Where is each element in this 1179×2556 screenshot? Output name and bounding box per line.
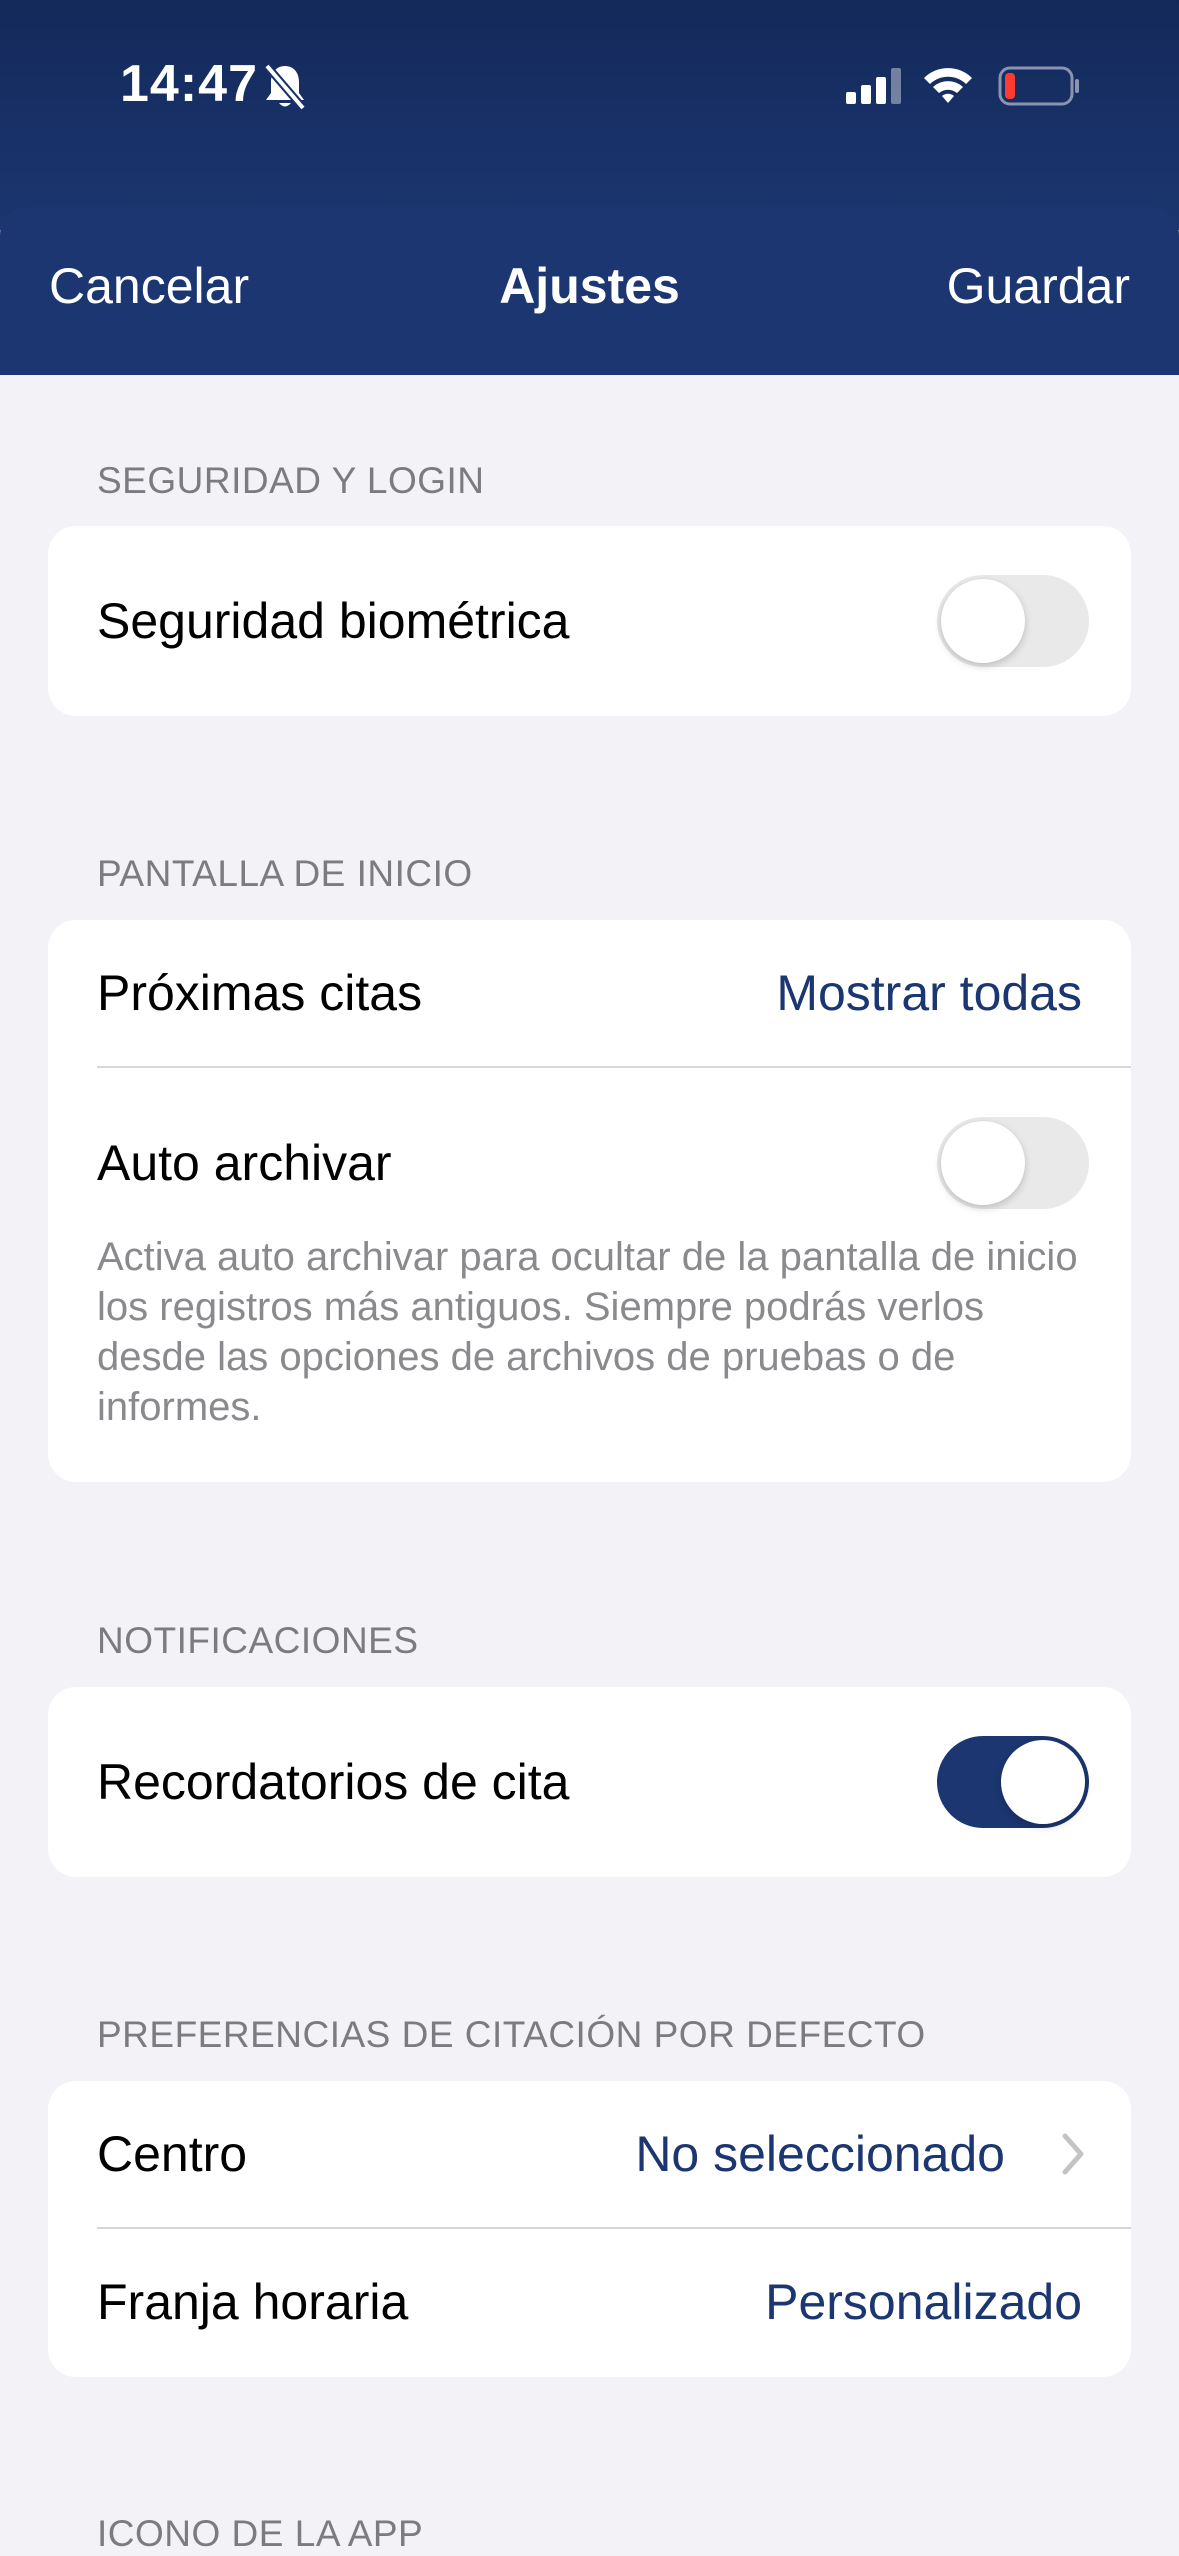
center-label: Centro xyxy=(97,2126,248,2182)
section-label-notifications: NOTIFICACIONES xyxy=(97,1620,419,1661)
biometric-toggle[interactable] xyxy=(937,575,1089,667)
biometric-row: Seguridad biométrica xyxy=(48,526,1131,716)
defaults-card: Centro No seleccionado Franja horaria Pe… xyxy=(48,2081,1131,2377)
biometric-label: Seguridad biométrica xyxy=(97,593,570,649)
reminders-row: Recordatorios de cita xyxy=(48,1687,1131,1877)
time-slot-row[interactable]: Franja horaria Personalizado xyxy=(48,2229,1131,2375)
time-slot-label: Franja horaria xyxy=(97,2274,409,2330)
appointments-row[interactable]: Próximas citas Mostrar todas xyxy=(48,920,1131,1066)
cancel-button[interactable]: Cancelar xyxy=(49,257,249,315)
status-time: 14:47 xyxy=(120,55,258,113)
section-label-home: PANTALLA DE INICIO xyxy=(97,853,473,894)
save-button[interactable]: Guardar xyxy=(947,257,1130,315)
status-bar: 14:47 xyxy=(0,0,1179,230)
center-value[interactable]: No seleccionado xyxy=(635,2125,1005,2183)
reminders-label: Recordatorios de cita xyxy=(97,1754,570,1810)
auto-archive-toggle[interactable] xyxy=(937,1117,1089,1209)
reminders-toggle[interactable] xyxy=(937,1736,1089,1828)
chevron-right-icon xyxy=(1062,2133,1084,2175)
section-label-app-icon: ICONO DE LA APP xyxy=(97,2513,424,2554)
auto-archive-note: Activa auto archivar para ocultar de la … xyxy=(97,1235,1078,1429)
appointments-value[interactable]: Mostrar todas xyxy=(776,964,1082,1022)
appointments-label: Próximas citas xyxy=(97,965,423,1021)
cellular-signal-icon xyxy=(846,68,901,104)
security-card: Seguridad biométrica xyxy=(48,526,1131,716)
section-label-defaults: PREFERENCIAS DE CITACIÓN POR DEFECTO xyxy=(97,2014,926,2055)
bell-slash-icon xyxy=(263,63,307,111)
wifi-icon xyxy=(924,68,972,103)
center-row[interactable]: Centro No seleccionado xyxy=(48,2081,1131,2227)
section-label-security: SEGURIDAD Y LOGIN xyxy=(97,460,485,501)
auto-archive-label: Auto archivar xyxy=(97,1135,392,1191)
battery-icon xyxy=(998,66,1079,106)
settings-header: Ajustes Cancelar Guardar xyxy=(0,207,1179,375)
notifications-card: Recordatorios de cita xyxy=(48,1687,1131,1877)
auto-archive-row: Auto archivar xyxy=(48,1068,1131,1258)
time-slot-value[interactable]: Personalizado xyxy=(765,2273,1082,2331)
home-card: Próximas citas Mostrar todas Auto archiv… xyxy=(48,920,1131,1482)
